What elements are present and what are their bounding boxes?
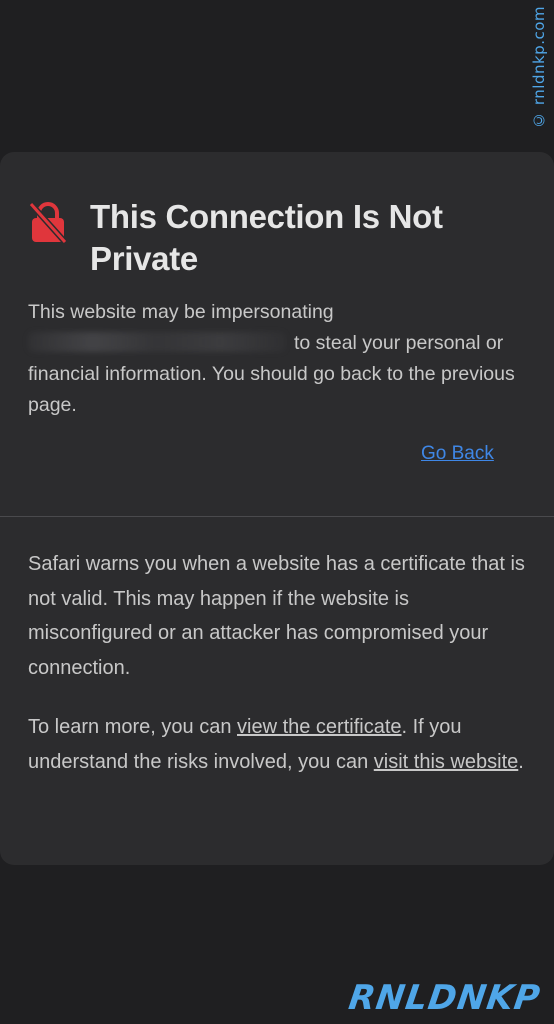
divider	[0, 516, 554, 517]
watermark-side-text: © rnldnkp.com	[530, 6, 548, 129]
go-back-link[interactable]: Go Back	[421, 443, 494, 465]
learn-more-suffix: .	[518, 750, 524, 773]
warning-header: This Connection Is Not Private	[30, 196, 510, 280]
certificate-info: Safari warns you when a website has a ce…	[28, 553, 525, 679]
warning-line-1: This website may be impersonating	[28, 301, 334, 323]
lock-slash-icon	[30, 201, 66, 244]
screen: © rnldnkp.com This Connection Is Not Pri…	[0, 0, 554, 1024]
brand-logo-text: RNLDNKP	[345, 978, 543, 1018]
learn-more-text: To learn more, you can view the certific…	[28, 710, 533, 779]
blurred-domain	[28, 332, 286, 352]
watermark-side: © rnldnkp.com	[528, 6, 550, 146]
learn-more-prefix: To learn more, you can	[28, 716, 237, 738]
visit-website-link[interactable]: visit this website	[374, 751, 519, 773]
warning-message: This website may be impersonating to ste…	[28, 297, 533, 421]
brand-logo: RNLDNKP	[346, 978, 543, 1018]
view-certificate-link[interactable]: view the certificate	[237, 716, 402, 738]
page-title: This Connection Is Not Private	[90, 198, 443, 277]
warning-card: This Connection Is Not Private This webs…	[0, 152, 554, 865]
